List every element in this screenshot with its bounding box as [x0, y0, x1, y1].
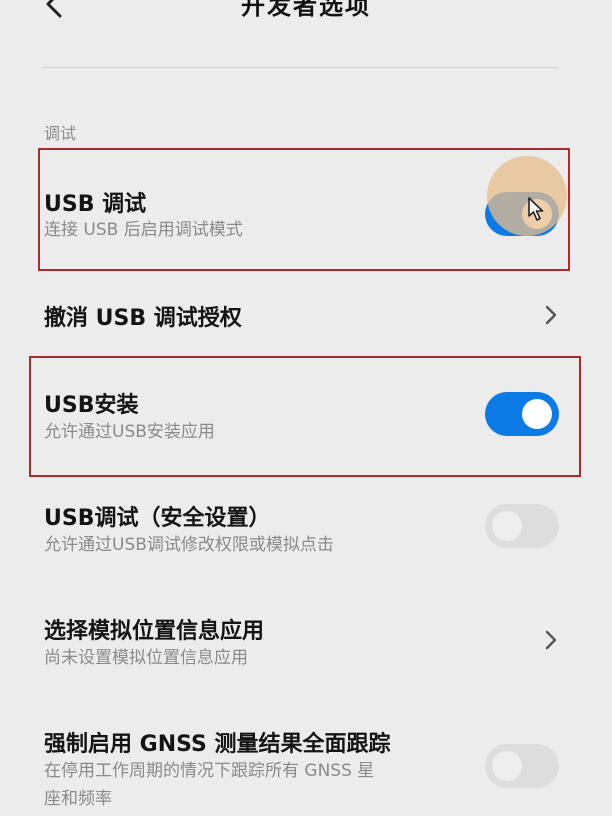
- page-title: 开发者选项: [241, 0, 371, 20]
- highlight-box-usb-install: [29, 356, 581, 477]
- setting-title: USB调试（安全设置）: [44, 506, 271, 531]
- setting-title: 选择模拟位置信息应用: [44, 619, 265, 644]
- setting-row-mock-location-app[interactable]: 选择模拟位置信息应用 尚未设置模拟位置信息应用: [0, 596, 612, 696]
- mouse-pointer-icon: [528, 197, 544, 221]
- header-divider: [43, 67, 559, 68]
- gnss-full-tracking-toggle[interactable]: [485, 744, 559, 788]
- usb-debugging-security-toggle[interactable]: [485, 504, 559, 548]
- setting-title: 强制启用 GNSS 测量结果全面跟踪: [44, 732, 391, 757]
- setting-subtitle: 尚未设置模拟位置信息应用: [44, 648, 248, 668]
- toggle-knob: [492, 751, 522, 781]
- toggle-knob: [492, 511, 522, 541]
- chevron-right-icon: [541, 628, 561, 652]
- setting-row-usb-debugging-security[interactable]: USB调试（安全设置） 允许通过USB调试修改权限或模拟点击: [0, 482, 612, 582]
- setting-row-revoke-usb-auth[interactable]: 撤消 USB 调试授权: [0, 282, 612, 348]
- chevron-right-icon: [541, 303, 561, 327]
- setting-row-gnss-full-tracking[interactable]: 强制启用 GNSS 测量结果全面跟踪 在停用工作周期的情况下跟踪所有 GNSS …: [0, 710, 612, 816]
- section-label-debug: 调试: [44, 124, 77, 143]
- setting-subtitle-line2: 座和频率: [44, 789, 112, 809]
- setting-title: 撤消 USB 调试授权: [44, 306, 242, 331]
- setting-subtitle-line1: 在停用工作周期的情况下跟踪所有 GNSS 星: [44, 761, 375, 781]
- header: 开发者选项: [0, 0, 612, 40]
- setting-subtitle: 允许通过USB调试修改权限或模拟点击: [44, 535, 334, 555]
